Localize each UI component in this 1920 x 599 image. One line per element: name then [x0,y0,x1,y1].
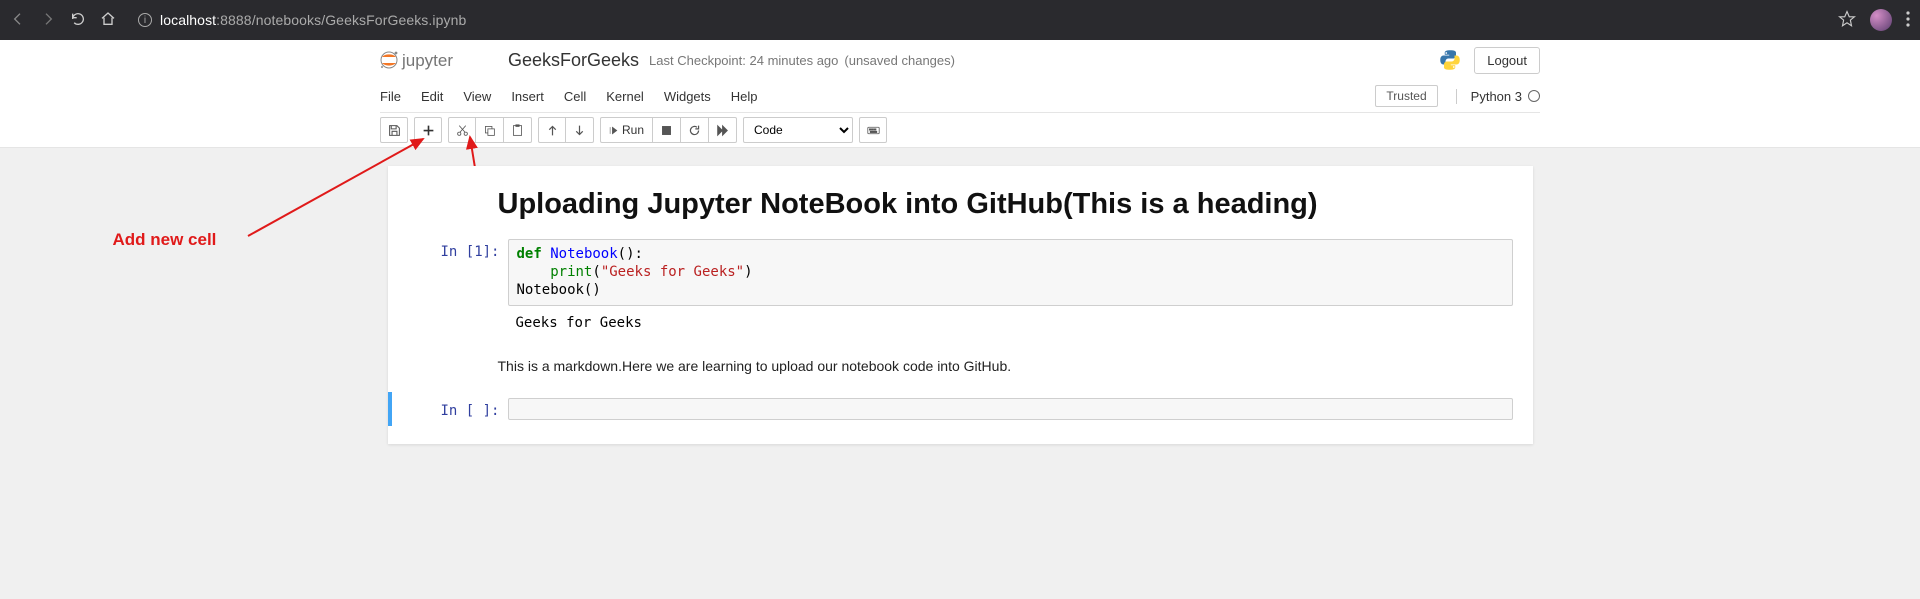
notebook-body: Uploading Jupyter NoteBook into GitHub(T… [388,166,1533,444]
kernel-idle-icon [1528,90,1540,102]
nav-buttons [10,11,116,30]
code-cell-1[interactable]: In [1]: def Notebook(): print("Geeks for… [388,233,1533,342]
menu-file[interactable]: File [380,83,411,110]
code-cell-empty[interactable]: In [ ]: [388,392,1533,426]
jupyter-app: jupyter GeeksForGeeks Last Checkpoint: 2… [0,40,1920,474]
forward-button[interactable] [40,11,56,30]
python-logo-icon [1438,48,1462,72]
menu-help[interactable]: Help [721,83,768,110]
add-cell-button[interactable] [414,117,442,143]
markdown-cell-paragraph[interactable]: This is a markdown.Here we are learning … [388,342,1533,392]
reload-button[interactable] [70,11,86,30]
menu-insert[interactable]: Insert [501,83,554,110]
code-output-1: Geeks for Geeks [508,310,1513,336]
code-input-1[interactable]: def Notebook(): print("Geeks for Geeks")… [508,239,1513,306]
trusted-indicator[interactable]: Trusted [1375,85,1437,107]
save-button[interactable] [380,117,408,143]
move-cell-down-button[interactable] [566,117,594,143]
checkpoint-status: Last Checkpoint: 24 minutes ago [649,53,838,68]
run-label: Run [622,123,644,137]
cell-type-select[interactable]: Code [743,117,853,143]
site-info-icon[interactable]: i [138,13,152,27]
notebook-container: Add new cell Delete selected cell Upload… [0,148,1920,474]
menu-edit[interactable]: Edit [411,83,453,110]
command-palette-button[interactable] [859,117,887,143]
bookmark-icon[interactable] [1838,10,1856,31]
kernel-name: Python 3 [1471,89,1522,104]
menu-view[interactable]: View [453,83,501,110]
svg-text:jupyter: jupyter [401,51,453,70]
output-prompt-1 [408,310,508,336]
address-bar[interactable]: i localhost:8888/notebooks/GeeksForGeeks… [130,6,1824,34]
annotation-text-add: Add new cell [113,230,217,250]
markdown-cell-heading[interactable]: Uploading Jupyter NoteBook into GitHub(T… [388,184,1533,233]
restart-run-all-button[interactable] [709,117,737,143]
kernel-indicator[interactable]: Python 3 [1456,89,1540,104]
profile-avatar[interactable] [1870,9,1892,31]
cut-cell-button[interactable] [448,117,476,143]
menu-widgets[interactable]: Widgets [654,83,721,110]
back-button[interactable] [10,11,26,30]
menu-icon[interactable] [1906,11,1910,30]
jupyter-logo[interactable]: jupyter [380,46,490,74]
autosave-status: (unsaved changes) [844,53,955,68]
toolbar: Run Code [380,112,1540,147]
browser-right-actions [1838,9,1910,31]
rendered-paragraph: This is a markdown.Here we are learning … [498,358,1533,374]
code-input-empty[interactable] [508,398,1513,420]
home-button[interactable] [100,11,116,30]
move-cell-up-button[interactable] [538,117,566,143]
browser-toolbar: i localhost:8888/notebooks/GeeksForGeeks… [0,0,1920,40]
paste-cell-button[interactable] [504,117,532,143]
input-prompt-1: In [1]: [408,239,508,306]
run-button[interactable]: Run [600,117,653,143]
menu-kernel[interactable]: Kernel [596,83,654,110]
notebook-name[interactable]: GeeksForGeeks [508,50,639,71]
interrupt-kernel-button[interactable] [653,117,681,143]
url-text: localhost:8888/notebooks/GeeksForGeeks.i… [160,12,466,28]
notebook-header: jupyter GeeksForGeeks Last Checkpoint: 2… [0,40,1920,148]
menu-cell[interactable]: Cell [554,83,596,110]
rendered-heading: Uploading Jupyter NoteBook into GitHub(T… [498,188,1533,221]
copy-cell-button[interactable] [476,117,504,143]
menu-bar: File Edit View Insert Cell Kernel Widget… [380,80,1540,112]
logout-button[interactable]: Logout [1474,47,1540,74]
restart-kernel-button[interactable] [681,117,709,143]
input-prompt-empty: In [ ]: [408,398,508,420]
